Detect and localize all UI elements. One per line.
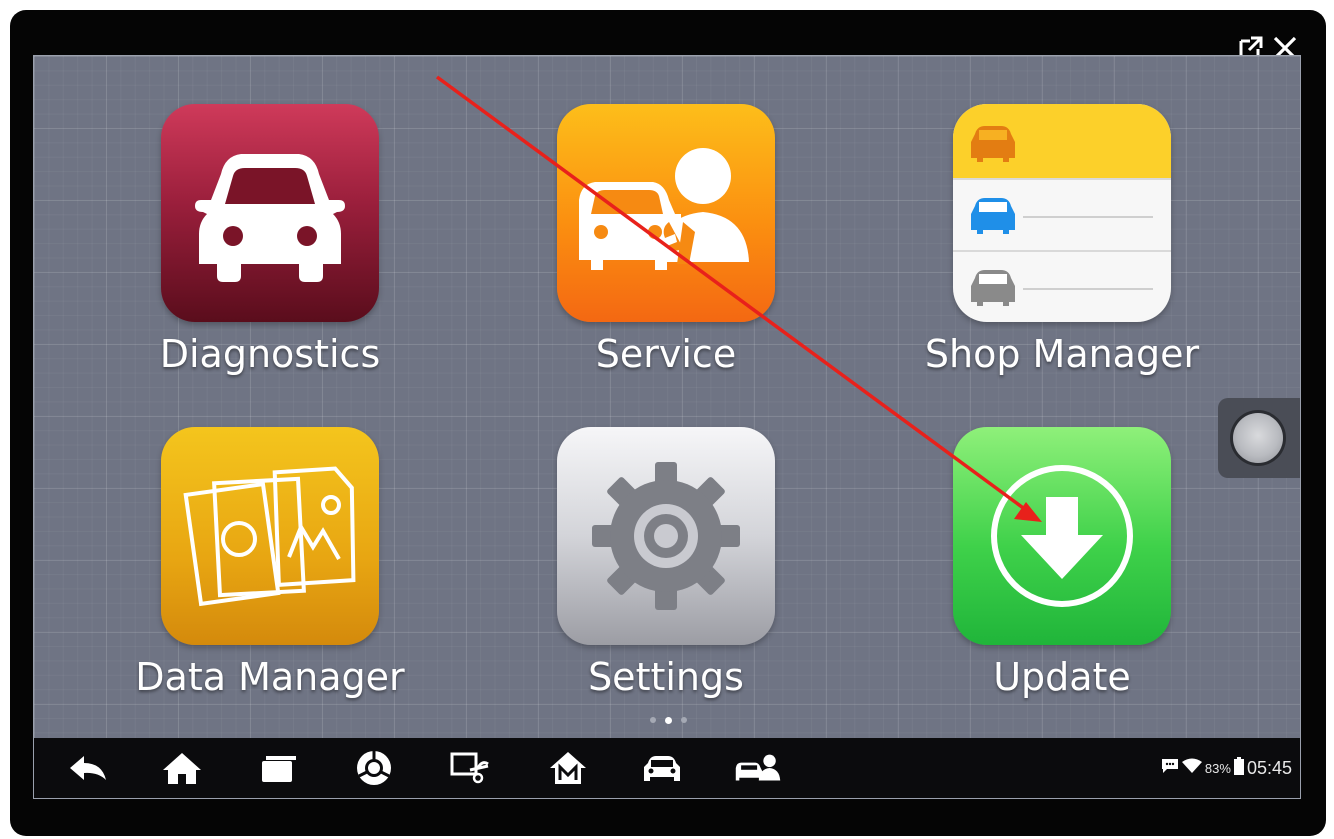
browser-icon[interactable]	[350, 748, 398, 788]
vehicle-icon[interactable]	[638, 748, 686, 788]
page-dot[interactable]	[680, 717, 687, 723]
app-settings[interactable]: Settings	[516, 427, 816, 727]
bottom-navigation-bar: 83% 05:45	[34, 738, 1300, 798]
app-label: Data Manager	[135, 655, 405, 699]
photo-files-icon	[161, 427, 379, 645]
page-dot-active[interactable]	[664, 716, 672, 724]
app-label: Settings	[588, 655, 744, 699]
app-label: Service	[595, 332, 737, 376]
app-label: Shop Manager	[924, 332, 1200, 376]
app-diagnostics[interactable]: Diagnostics	[120, 104, 420, 404]
page-dot[interactable]	[649, 717, 656, 723]
recent-apps-icon[interactable]	[254, 748, 302, 788]
app-data-manager[interactable]: Data Manager	[120, 427, 420, 727]
m-home-icon[interactable]	[544, 748, 592, 788]
app-update[interactable]: Update	[912, 427, 1212, 727]
app-label: Diagnostics	[159, 332, 381, 376]
app-service[interactable]: Service	[516, 104, 816, 404]
status-bar: 83% 05:45	[1161, 756, 1292, 780]
battery-percent: 83%	[1204, 760, 1231, 776]
screenshot-icon[interactable]	[446, 748, 494, 788]
app-shop-manager[interactable]: Shop Manager	[912, 104, 1212, 404]
floating-assist-button[interactable]	[1218, 398, 1300, 478]
wifi-icon	[1181, 758, 1202, 778]
back-icon[interactable]	[64, 748, 112, 788]
gear-icon	[557, 427, 775, 645]
car-front-icon	[161, 104, 379, 322]
car-list-icon	[953, 104, 1171, 322]
home-screen: Diagnostics Service Shop Manager Data Ma…	[33, 55, 1301, 799]
battery-icon	[1233, 757, 1244, 779]
home-icon[interactable]	[158, 748, 206, 788]
car-mechanic-icon	[557, 104, 775, 322]
message-icon	[1161, 758, 1179, 778]
service-tech-icon[interactable]	[734, 748, 782, 788]
app-label: Update	[993, 655, 1131, 699]
clock: 05:45	[1246, 757, 1292, 778]
assistive-touch-icon	[1233, 413, 1283, 463]
page-indicator	[638, 715, 698, 725]
download-arrow-icon	[953, 427, 1171, 645]
